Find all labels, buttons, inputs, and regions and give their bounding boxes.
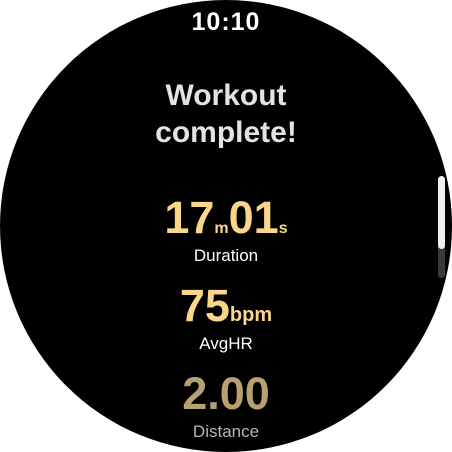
avg-hr-label: AvgHR [199, 334, 253, 353]
title-line-2: complete! [155, 116, 297, 149]
distance-number: 2.00 [182, 368, 270, 419]
distance-value: 2.00 [0, 368, 452, 420]
avg-hr-unit: bpm [229, 304, 273, 326]
duration-minutes-unit: m [214, 220, 229, 237]
stat-avg-hr: 75bpm AvgHR [0, 280, 452, 354]
watch-screen: 10:10 Workout complete! 17m01s Duration … [0, 0, 452, 452]
stat-distance: 2.00 Distance [0, 368, 452, 442]
duration-minutes: 17 [164, 192, 215, 243]
avg-hr-number: 75 [179, 280, 230, 331]
scroll-indicator[interactable] [438, 176, 445, 278]
duration-value: 17m01s [0, 192, 452, 244]
distance-label: Distance [192, 422, 260, 441]
duration-seconds: 01 [228, 192, 279, 243]
scroll-thumb[interactable] [438, 176, 445, 249]
page-title: Workout complete! [0, 77, 452, 151]
status-time: 10:10 [191, 8, 261, 36]
duration-seconds-unit: s [278, 220, 288, 237]
avg-hr-value: 75bpm [0, 280, 452, 332]
title-line-1: Workout [165, 79, 287, 112]
duration-label: Duration [193, 246, 259, 265]
stat-duration: 17m01s Duration [0, 192, 452, 266]
